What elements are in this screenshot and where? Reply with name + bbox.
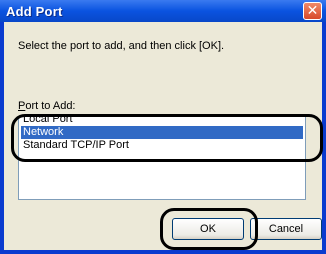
ok-button-callout	[160, 208, 258, 250]
close-icon[interactable]: ✕	[303, 2, 322, 20]
add-port-dialog: Add Port ✕ Select the port to add, and t…	[0, 0, 326, 254]
instruction-text: Select the port to add, and then click […	[18, 40, 225, 52]
access-key: P	[18, 100, 26, 112]
title-bar[interactable]: Add Port ✕	[0, 0, 326, 22]
dialog-title: Add Port	[6, 4, 63, 19]
port-list-callout	[11, 114, 323, 162]
port-to-add-label: Port to Add:	[18, 100, 76, 112]
cancel-button[interactable]: Cancel	[250, 218, 322, 240]
